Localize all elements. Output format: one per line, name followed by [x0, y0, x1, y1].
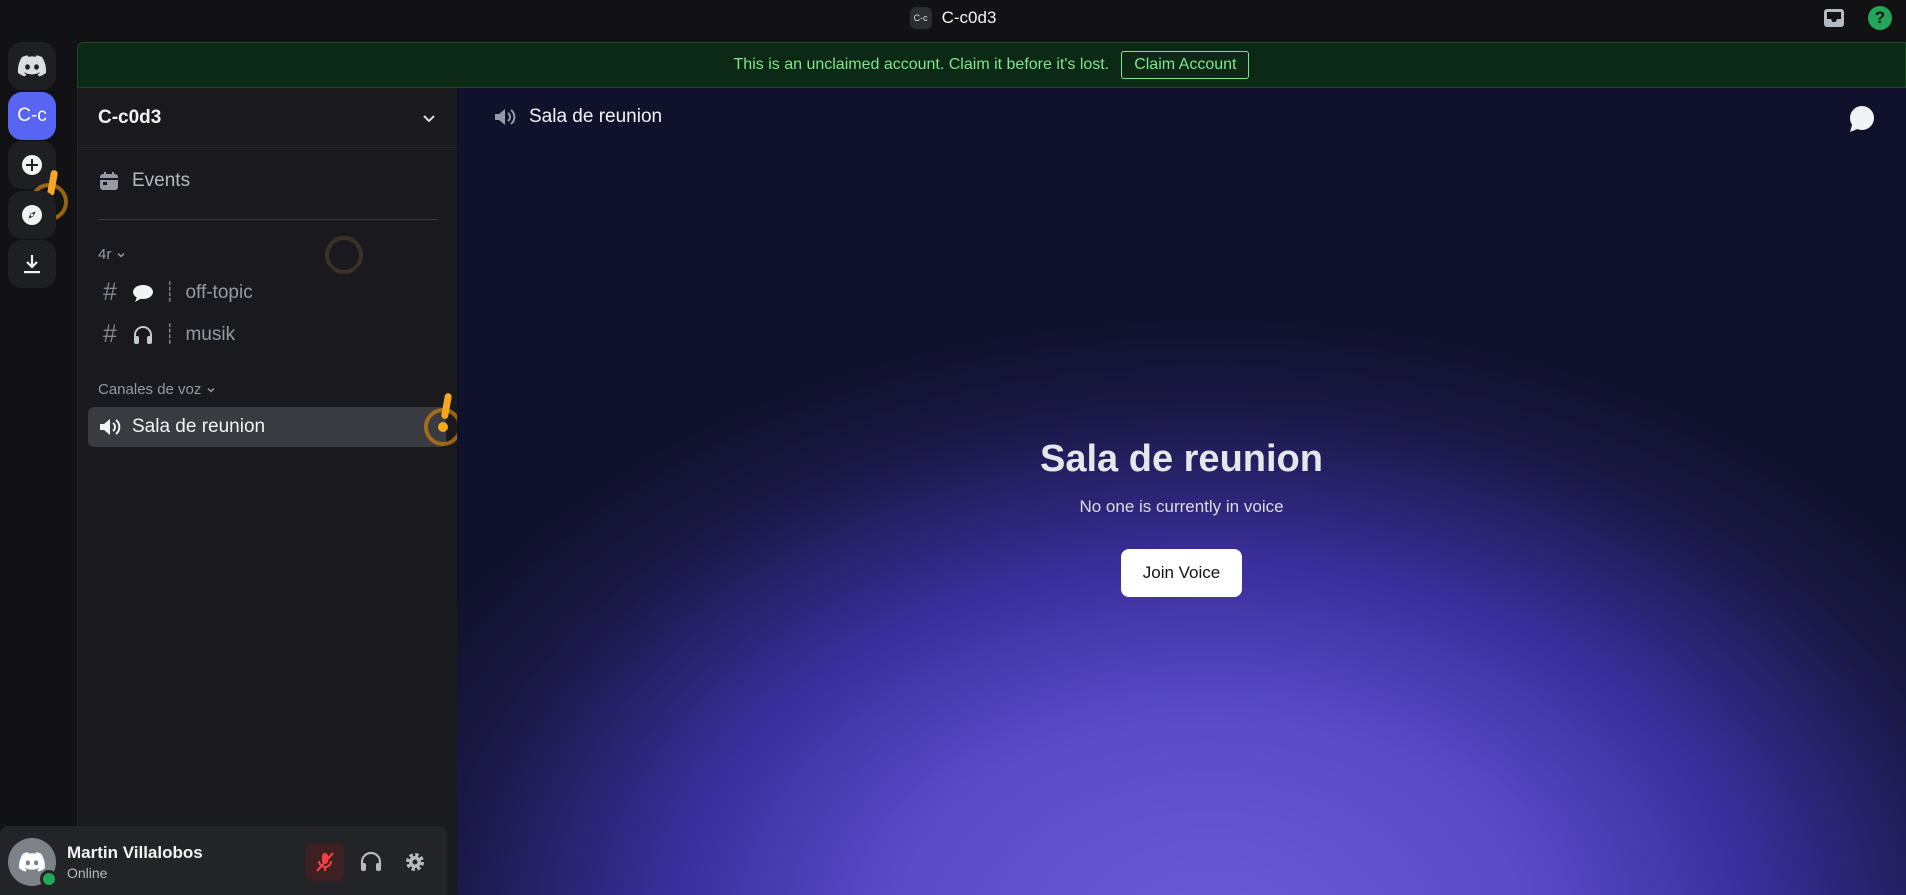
voice-channel-view: Sala de reunion Sala de reunion No one i…	[457, 88, 1906, 895]
events-label: Events	[132, 170, 191, 191]
window-title: C-c C-c0d3	[909, 7, 997, 29]
download-apps-button[interactable]	[8, 240, 56, 288]
window-title-text: C-c0d3	[941, 8, 997, 27]
channel-header: Sala de reunion	[493, 106, 662, 128]
category-label: Canales de voz	[98, 381, 202, 398]
user-panel: Martin Villalobos Online	[0, 826, 447, 895]
mute-button[interactable]	[306, 843, 344, 881]
discover-button[interactable]	[8, 191, 56, 239]
chevron-down-icon	[423, 114, 435, 122]
settings-button[interactable]	[396, 843, 434, 881]
server-badge: C-c	[909, 7, 932, 29]
category-4r[interactable]: 4r	[98, 246, 127, 263]
channel-separator: ┊	[164, 324, 176, 345]
server-icon-c-c0d3[interactable]: C-c	[8, 92, 56, 140]
chevron-down-icon	[117, 252, 125, 258]
online-status-dot	[40, 870, 58, 888]
headphones-icon	[134, 325, 152, 344]
voice-empty-message: No one is currently in voice	[1079, 497, 1284, 516]
headphones-icon	[360, 851, 382, 871]
title-bar: C-c C-c0d3 ?	[0, 0, 1906, 36]
download-icon	[24, 255, 40, 274]
server-rail: C-c	[0, 36, 68, 895]
user-status: Online	[67, 865, 108, 881]
chat-bubble-icon[interactable]	[1846, 104, 1876, 134]
category-canales-de-voz[interactable]: Canales de voz	[98, 381, 217, 398]
claim-account-button[interactable]: Claim Account	[1121, 51, 1250, 79]
help-icon[interactable]: ?	[1868, 6, 1892, 30]
guild-header[interactable]: C-c0d3	[78, 88, 457, 148]
channel-off-topic[interactable]: # ┊ off-topic	[98, 278, 253, 307]
voice-channel-title: Sala de reunion	[1040, 438, 1323, 480]
channel-header-title: Sala de reunion	[529, 106, 663, 127]
events-item[interactable]: Events	[98, 170, 190, 192]
voice-channel-sala-de-reunion[interactable]: Sala de reunion	[88, 407, 446, 447]
speaker-icon	[100, 419, 121, 435]
plus-circle-icon	[22, 155, 42, 175]
compass-icon	[22, 205, 42, 225]
gear-icon	[406, 853, 424, 871]
hashtag-icon: #	[103, 278, 117, 306]
unclaimed-account-banner: This is an unclaimed account. Claim it b…	[77, 42, 1906, 88]
channel-name: off-topic	[185, 281, 253, 303]
join-voice-button[interactable]: Join Voice	[1121, 549, 1242, 597]
inbox-icon[interactable]	[1822, 6, 1846, 30]
category-label: 4r	[98, 246, 112, 263]
channel-name: Sala de reunion	[132, 416, 266, 437]
discord-logo-icon	[19, 852, 45, 872]
guild-name: C-c0d3	[98, 106, 162, 128]
hashtag-icon: #	[103, 320, 117, 348]
channel-name: musik	[185, 323, 236, 345]
channel-separator: ┊	[164, 282, 176, 303]
banner-text: This is an unclaimed account. Claim it b…	[733, 56, 1110, 73]
chevron-down-icon	[207, 387, 215, 393]
microphone-muted-icon	[316, 852, 334, 872]
speech-bubble-icon	[133, 284, 153, 302]
user-name: Martin Villalobos	[67, 843, 203, 862]
channel-musik[interactable]: # ┊ musik	[98, 320, 235, 349]
home-button[interactable]	[8, 42, 56, 90]
calendar-icon	[100, 172, 118, 190]
channel-sidebar: C-c0d3 Events 4r # ┊ off-topic # ┊ musik…	[77, 88, 462, 895]
deafen-button[interactable]	[352, 843, 390, 881]
divider	[98, 219, 438, 220]
speaker-icon	[495, 109, 516, 125]
loading-indicator-icon	[325, 236, 363, 274]
discord-logo-icon	[17, 55, 47, 77]
